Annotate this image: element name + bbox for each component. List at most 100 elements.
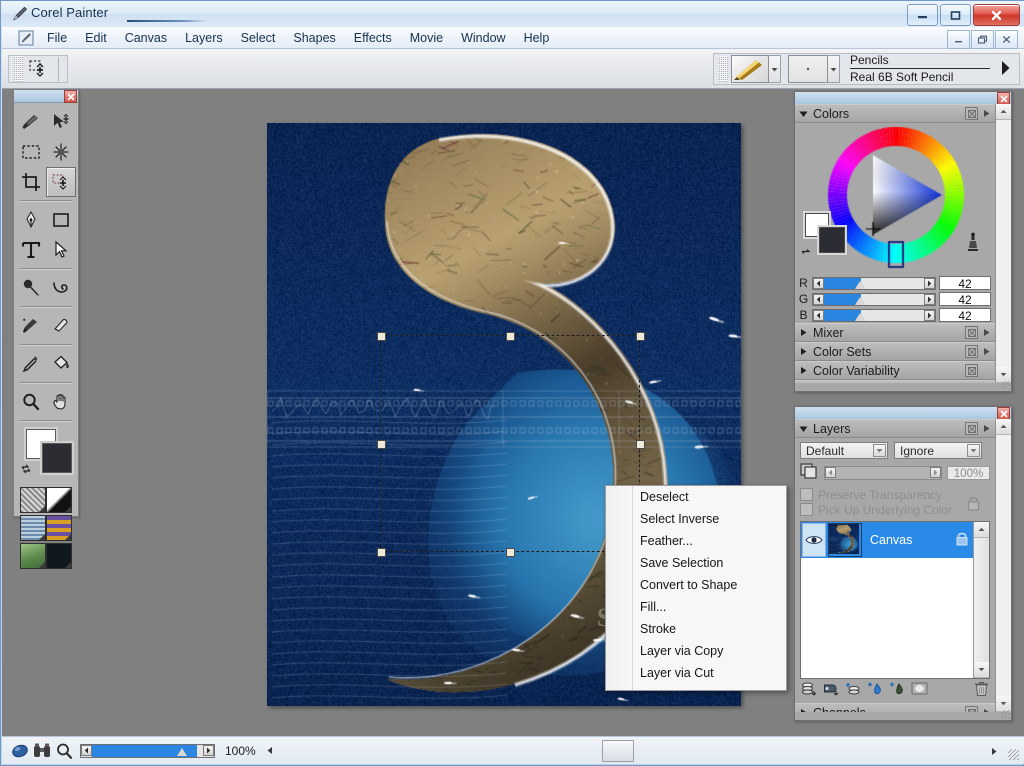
preserve-transparency-row[interactable]: Preserve Transparency xyxy=(795,487,995,502)
menu-edit[interactable]: Edit xyxy=(76,29,116,47)
channels-section-header[interactable]: Channels xyxy=(795,703,995,712)
minimize-button[interactable] xyxy=(907,4,938,26)
context-menu-item-fill[interactable]: Fill... xyxy=(606,596,786,618)
blue-slider[interactable] xyxy=(812,309,936,322)
green-slider-dec[interactable] xyxy=(813,294,824,305)
selection-handle[interactable] xyxy=(377,548,386,557)
menu-canvas[interactable]: Canvas xyxy=(116,29,176,47)
mixer-expand-arrow-icon[interactable] xyxy=(982,326,991,340)
selection-adjuster-tool[interactable] xyxy=(46,167,76,197)
context-menu-item-layer-via-copy[interactable]: Layer via Copy xyxy=(606,640,786,662)
color-sets-close-icon[interactable] xyxy=(965,345,978,358)
blue-slider-inc[interactable] xyxy=(924,310,935,321)
blue-slider-dec[interactable] xyxy=(813,310,824,321)
text-tool[interactable] xyxy=(17,236,45,264)
layer-mask-icon[interactable] xyxy=(911,681,928,699)
magnifier-icon[interactable] xyxy=(54,741,74,760)
brush-tool[interactable] xyxy=(17,108,45,136)
layer-adjuster-tool[interactable] xyxy=(47,108,75,136)
color-variability-close-icon[interactable] xyxy=(965,364,978,377)
colors-section-header[interactable]: Colors xyxy=(795,104,995,123)
nozzle-selector[interactable] xyxy=(20,543,46,569)
toolbox-header[interactable] xyxy=(14,90,78,103)
scroll-up-icon[interactable] xyxy=(996,104,1011,120)
red-slider-inc[interactable] xyxy=(924,278,935,289)
mixer-close-icon[interactable] xyxy=(965,326,978,339)
swap-colors-icon[interactable] xyxy=(800,247,813,263)
menu-select[interactable]: Select xyxy=(232,29,285,47)
new-layer-icon[interactable] xyxy=(845,681,862,699)
color-variability-section-header[interactable]: Color Variability xyxy=(795,361,995,380)
context-menu-item-feather[interactable]: Feather... xyxy=(606,530,786,552)
toolbar-grip[interactable] xyxy=(14,56,23,82)
layers-section-header[interactable]: Layers xyxy=(795,419,995,438)
brush-bar-grip[interactable] xyxy=(719,56,728,82)
eraser-tool[interactable] xyxy=(47,312,75,340)
colors-expand-arrow-icon[interactable] xyxy=(982,107,991,121)
magnifier-tool[interactable] xyxy=(17,388,45,416)
rectangular-shape-tool[interactable] xyxy=(47,206,75,234)
maximize-button[interactable] xyxy=(940,4,971,26)
context-menu-item-deselect[interactable]: Deselect xyxy=(606,486,786,508)
paint-bucket-tool[interactable] xyxy=(47,350,75,378)
blue-value[interactable]: 42 xyxy=(939,308,991,322)
pick-up-underlying-color-checkbox[interactable] xyxy=(800,503,813,516)
layer-list[interactable]: Canvas xyxy=(800,521,990,679)
green-slider[interactable] xyxy=(812,293,936,306)
pick-up-underlying-color-row[interactable]: Pick Up Underlying Color xyxy=(795,502,995,517)
ink-drop-icon[interactable] xyxy=(889,681,906,699)
selection-handle[interactable] xyxy=(377,440,386,449)
selection-handle[interactable] xyxy=(377,332,386,341)
composite-method-select[interactable]: Default xyxy=(800,442,888,459)
selection-handle[interactable] xyxy=(506,548,515,557)
paper-selector[interactable] xyxy=(20,487,46,513)
layers-panel-resize-grip[interactable] xyxy=(1001,710,1010,719)
zoom-inc[interactable] xyxy=(203,745,214,756)
layers-expand-arrow-icon[interactable] xyxy=(982,422,991,436)
layers-collapse-icon[interactable] xyxy=(965,422,978,435)
context-menu-item-convert-to-shape[interactable]: Convert to Shape xyxy=(606,574,786,596)
cloner-tool[interactable] xyxy=(17,312,45,340)
look-selector[interactable] xyxy=(46,543,72,569)
scroll-up-icon[interactable] xyxy=(996,419,1011,435)
zoom-dec[interactable] xyxy=(81,745,92,756)
statusbar-tray-button[interactable] xyxy=(602,740,634,762)
red-slider[interactable] xyxy=(812,277,936,290)
opacity-dec[interactable] xyxy=(825,467,836,478)
gradient-selector[interactable] xyxy=(46,487,72,513)
green-value[interactable]: 42 xyxy=(939,292,991,306)
additional-color-swatch[interactable] xyxy=(42,443,72,473)
shape-selection-tool[interactable] xyxy=(47,236,75,264)
menu-movie[interactable]: Movie xyxy=(401,29,452,47)
green-slider-inc[interactable] xyxy=(924,294,935,305)
channels-close-icon[interactable] xyxy=(965,706,978,712)
layer-opacity-value[interactable]: 100% xyxy=(947,466,990,480)
colors-panel-scrollbar[interactable] xyxy=(995,104,1011,383)
opacity-inc[interactable] xyxy=(930,467,941,478)
context-menu-item-save-selection[interactable]: Save Selection xyxy=(606,552,786,574)
layer-visibility-eye-icon[interactable] xyxy=(802,523,826,557)
brush-selector-expand-icon[interactable] xyxy=(1000,60,1011,79)
window-resize-grip[interactable] xyxy=(1008,749,1019,760)
brush-variant-dropdown[interactable] xyxy=(828,55,840,83)
menu-effects[interactable]: Effects xyxy=(345,29,401,47)
magic-wand-tool[interactable] xyxy=(47,138,75,166)
pen-tool[interactable] xyxy=(17,206,45,234)
chevron-down-icon[interactable] xyxy=(967,444,980,457)
layer-list-scrollbar[interactable] xyxy=(973,522,989,678)
layers-menu-icon[interactable] xyxy=(801,681,818,699)
brush-category-swatch[interactable] xyxy=(731,55,769,83)
layer-scroll-down-icon[interactable] xyxy=(974,662,989,678)
additional-color-swatch[interactable] xyxy=(819,227,845,253)
color-sets-expand-arrow-icon[interactable] xyxy=(982,345,991,359)
chevron-down-icon[interactable] xyxy=(873,444,886,457)
doc-restore-button[interactable] xyxy=(971,30,994,49)
layer-scroll-up-icon[interactable] xyxy=(974,522,989,538)
statusbar-collapse-icon[interactable] xyxy=(266,744,274,758)
grabber-tool[interactable] xyxy=(47,388,75,416)
selection-handle[interactable] xyxy=(636,332,645,341)
composite-depth-select[interactable]: Ignore xyxy=(894,442,982,459)
colors-collapse-icon[interactable] xyxy=(965,107,978,120)
binoculars-icon[interactable] xyxy=(32,741,52,760)
pattern-selector[interactable] xyxy=(20,515,46,541)
